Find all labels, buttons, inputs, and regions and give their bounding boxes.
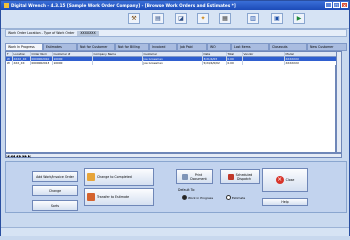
- tab-strip: Work In Progress Estimates Not for Custo…: [5, 43, 347, 51]
- table-cell: 10000: [52, 61, 93, 65]
- calendar-icon: ▥: [250, 15, 256, 22]
- maximize-button[interactable]: □: [333, 2, 340, 8]
- tab-not-for-customer[interactable]: Not for Customer: [77, 43, 115, 51]
- tab-work-in-progress[interactable]: Work In Progress: [5, 43, 43, 51]
- vertical-scrollbar[interactable]: [336, 51, 342, 153]
- radio-work-in-progress[interactable]: Work in Progress: [182, 195, 213, 200]
- table-cell: 0000002013: [30, 61, 53, 65]
- prev-record-icon[interactable]: ◀: [16, 154, 18, 158]
- tab-not-for-billing[interactable]: Not for Billing: [115, 43, 149, 51]
- change-label: Change: [48, 188, 62, 193]
- status-bar: [1, 227, 349, 236]
- radio-label: Estimate: [232, 195, 246, 200]
- toolbar-lock-button[interactable]: ▣: [271, 13, 283, 24]
- window-title: Digital Wrench - 4.3.15 [Sample Work Ord…: [11, 3, 236, 8]
- tools-icon: ⚒: [131, 15, 137, 22]
- radio-selected-icon: [182, 195, 187, 200]
- printer-icon: ▤: [155, 15, 161, 22]
- calculator-icon: ▦: [222, 15, 228, 22]
- exit-icon: ▶: [296, 15, 302, 22]
- help-label: Help: [281, 200, 289, 204]
- calendar-icon: [227, 173, 234, 180]
- next-page-icon[interactable]: ▶▶: [22, 154, 27, 158]
- filter-label: Work Order Location - Type of Work Order: [8, 31, 75, 35]
- printer-icon: [182, 173, 189, 180]
- arrow-icon: [87, 173, 95, 181]
- report-icon: ◪: [178, 15, 184, 22]
- schedule-icon: ✦: [200, 15, 206, 22]
- change-to-completed-label: Change to Completed: [97, 175, 132, 179]
- toolbar-calculator-button[interactable]: ▦: [219, 13, 231, 24]
- close-icon: ×: [275, 176, 284, 184]
- filter-bar: Work Order Location - Type of Work Order…: [5, 29, 347, 37]
- table-cell: Joe Grossman: [142, 61, 203, 65]
- print-document-label: Print Document: [190, 172, 207, 181]
- change-to-completed-button[interactable]: Change to Completed: [84, 168, 154, 186]
- window-controls: _ □ ×: [325, 2, 348, 8]
- add-work-order-button[interactable]: Add Work/Invoice Order: [32, 171, 78, 182]
- default-to-label: Default To:: [178, 188, 196, 192]
- tab-invoiced[interactable]: Invoiced: [149, 43, 177, 51]
- work-orders-grid: T Location Order Num Customer # Company …: [5, 51, 338, 153]
- tab-closeouts[interactable]: Closeouts: [269, 43, 307, 51]
- toolbar-schedule-button[interactable]: ✦: [197, 13, 209, 24]
- action-panel: Add Work/Invoice Order Change Sorts Chan…: [5, 161, 347, 213]
- prev-page-icon[interactable]: ◀◀: [10, 154, 15, 158]
- table-cell: XXX_XX: [12, 61, 31, 65]
- table-cell: XXXXXXX: [284, 61, 338, 65]
- toolbar: ⚒ ▤ ◪ ✦ ▦ ▥ ▣ ▶: [1, 10, 349, 29]
- help-button[interactable]: Help: [262, 198, 308, 206]
- toolbar-calendar-button[interactable]: ▥: [247, 13, 259, 24]
- table-cell: 5/24/4/0/02: [202, 61, 227, 65]
- lock-icon: ▣: [274, 15, 280, 22]
- toolbar-tools-button[interactable]: ⚒: [128, 13, 140, 24]
- sorts-button[interactable]: Sorts: [32, 200, 78, 211]
- tab-job-paid[interactable]: Job Paid: [177, 43, 207, 51]
- toolbar-report-button[interactable]: ◪: [175, 13, 187, 24]
- tab-estimates[interactable]: Estimates: [43, 43, 77, 51]
- close-window-button[interactable]: ×: [341, 2, 348, 8]
- scheduled-dispatch-label: Scheduled Dispatch: [235, 172, 253, 181]
- close-button[interactable]: × Close: [262, 168, 308, 192]
- app-icon: [4, 3, 9, 8]
- toolbar-exit-button[interactable]: ▶: [293, 13, 305, 24]
- table-row[interactable]: W XXX_XX 0000002013 10000 Joe Grossman 5…: [6, 61, 338, 65]
- toolbar-print-button[interactable]: ▤: [152, 13, 164, 24]
- work-orders-table: T Location Order Num Customer # Company …: [6, 52, 338, 65]
- radio-label: Work in Progress: [188, 195, 214, 200]
- scheduled-dispatch-button[interactable]: Scheduled Dispatch: [220, 169, 260, 184]
- sorts-label: Sorts: [50, 203, 60, 208]
- tab-lost-items[interactable]: Lost Items: [231, 43, 269, 51]
- tab-wo[interactable]: WO: [207, 43, 231, 51]
- transfer-to-estimate-button[interactable]: Transfer to Estimate: [84, 188, 154, 206]
- close-label: Close: [285, 178, 295, 182]
- add-work-order-label: Add Work/Invoice Order: [36, 174, 74, 179]
- minimize-button[interactable]: _: [325, 2, 332, 8]
- tab-new-customer[interactable]: New Customer: [307, 43, 347, 51]
- app-window: Digital Wrench - 4.3.15 [Sample Work Ord…: [0, 0, 350, 236]
- radio-estimate[interactable]: Estimate: [226, 195, 245, 200]
- filter-value[interactable]: XXXXXXX: [77, 31, 99, 36]
- transfer-to-estimate-label: Transfer to Estimate: [97, 195, 130, 199]
- table-cell: [242, 61, 285, 65]
- title-bar: Digital Wrench - 4.3.15 [Sample Work Ord…: [1, 1, 349, 10]
- table-cell: [92, 61, 143, 65]
- first-record-icon[interactable]: |◀: [6, 154, 9, 158]
- last-record-icon[interactable]: ▶|: [28, 154, 31, 158]
- change-button[interactable]: Change: [32, 185, 78, 196]
- table-cell: 0.00: [226, 61, 243, 65]
- record-navigator[interactable]: |◀ ◀◀ ◀ ▶ ▶▶ ▶|: [5, 153, 342, 158]
- radio-unselected-icon: [226, 195, 231, 200]
- transfer-icon: [87, 193, 95, 201]
- print-document-button[interactable]: Print Document: [176, 169, 213, 184]
